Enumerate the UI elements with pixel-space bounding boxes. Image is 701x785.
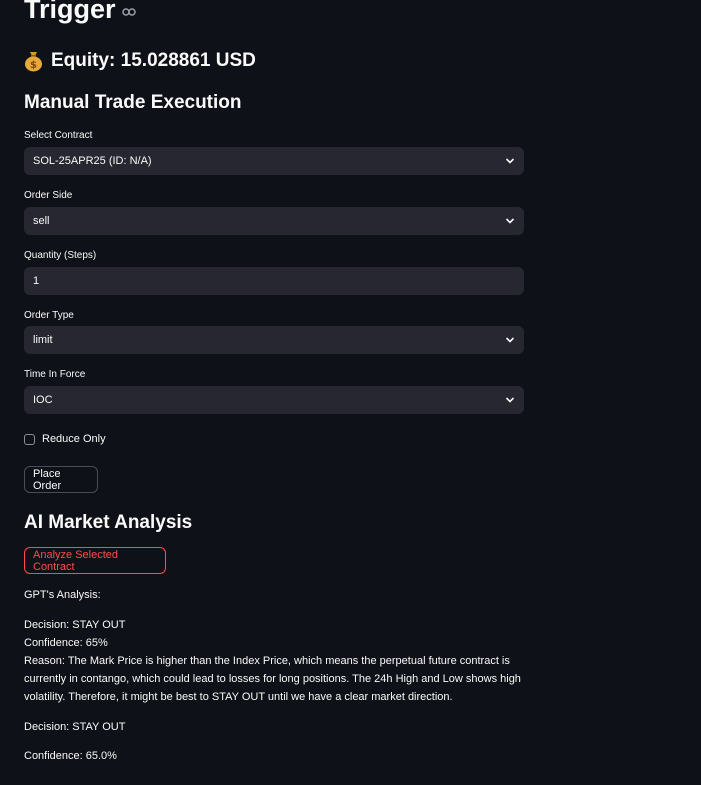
ai-analysis-heading: AI Market Analysis <box>24 512 193 533</box>
page-title: Trigger <box>24 0 136 25</box>
chevron-down-icon <box>505 337 515 343</box>
equity-display: $ Equity: 15.028861 USD <box>24 50 256 72</box>
trade-page: Trigger $ Equity: 15.028861 USD Manual T… <box>0 0 701 785</box>
reason-text: Reason: The Mark Price is higher than th… <box>24 655 521 703</box>
order-type-label: Order Type <box>24 310 74 321</box>
money-bag-icon: $ <box>25 52 42 72</box>
reduce-only-checkbox[interactable] <box>24 433 35 445</box>
svg-text:$: $ <box>30 60 37 71</box>
order-type-select[interactable]: limit <box>24 326 524 354</box>
time-in-force-label: Time In Force <box>24 369 86 380</box>
final-confidence-text: Confidence: 65.0% <box>24 750 117 762</box>
quantity-input[interactable]: 1 <box>24 267 524 295</box>
confidence-text: Confidence: 65% <box>24 637 108 649</box>
analyze-contract-button[interactable]: Analyze Selected Contract <box>24 547 166 574</box>
quantity-value: 1 <box>33 275 40 287</box>
link-icon[interactable] <box>121 7 136 17</box>
chevron-down-icon <box>505 397 515 403</box>
chevron-down-icon <box>505 218 515 224</box>
final-decision-text: Decision: STAY OUT <box>24 721 126 733</box>
time-in-force-value: IOC <box>33 394 53 406</box>
decision-text: Decision: STAY OUT <box>24 619 126 631</box>
place-order-button[interactable]: Place Order <box>24 466 98 493</box>
contract-label: Select Contract <box>24 130 93 141</box>
manual-trade-heading: Manual Trade Execution <box>24 92 242 113</box>
page-title-text: Trigger <box>24 0 116 24</box>
order-side-value: sell <box>33 215 50 227</box>
order-side-select[interactable]: sell <box>24 207 524 235</box>
quantity-label: Quantity (Steps) <box>24 250 97 261</box>
gpt-analysis-label: GPT's Analysis: <box>24 589 101 601</box>
contract-select-value: SOL-25APR25 (ID: N/A) <box>33 155 152 167</box>
contract-select[interactable]: SOL-25APR25 (ID: N/A) <box>24 147 524 175</box>
order-side-label: Order Side <box>24 190 73 201</box>
order-type-value: limit <box>33 334 53 346</box>
reduce-only-label: Reduce Only <box>42 433 106 445</box>
equity-text: Equity: 15.028861 USD <box>51 50 256 71</box>
reduce-only-row[interactable]: Reduce Only <box>24 433 106 445</box>
chevron-down-icon <box>505 158 515 164</box>
time-in-force-select[interactable]: IOC <box>24 386 524 414</box>
